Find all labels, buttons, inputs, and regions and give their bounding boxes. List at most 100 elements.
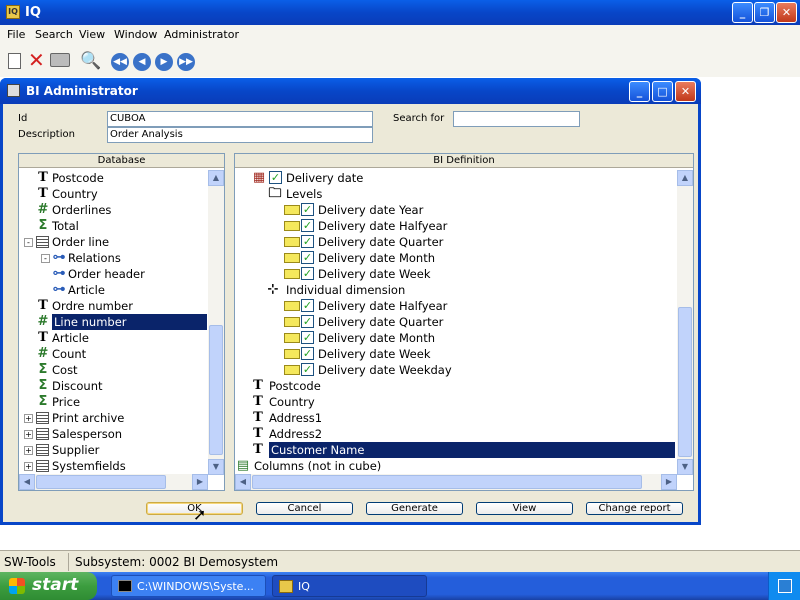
database-tree-item[interactable]: + Systemfields	[19, 458, 207, 474]
view-button[interactable]: View	[476, 502, 573, 515]
scroll-up-button[interactable]: ▲	[677, 170, 693, 186]
database-tree-item[interactable]: Σ Price	[19, 394, 207, 410]
bi-tree-item[interactable]: ✓ Delivery date Week	[235, 346, 676, 362]
database-tree-item[interactable]: # Line number	[19, 314, 207, 330]
scroll-thumb[interactable]	[209, 325, 223, 455]
database-tree-item[interactable]: # Orderlines	[19, 202, 207, 218]
checkbox[interactable]: ✓	[301, 299, 314, 312]
checkbox[interactable]: ✓	[301, 347, 314, 360]
expand-icon[interactable]: +	[24, 462, 33, 471]
database-hscroll[interactable]: ◀ ▶	[19, 474, 208, 490]
checkbox[interactable]: ✓	[301, 331, 314, 344]
bi-tree-item[interactable]: ✓ Delivery date Halfyear	[235, 218, 676, 234]
bi-tree-item[interactable]: ✓ Delivery date Quarter	[235, 234, 676, 250]
bi-tree-item[interactable]: ▦ ✓ Delivery date	[235, 170, 676, 186]
scroll-left-button[interactable]: ◀	[235, 474, 251, 490]
restore-button[interactable]: ❐	[754, 2, 775, 23]
expand-icon[interactable]: +	[24, 430, 33, 439]
taskbar-item-iq[interactable]: IQ	[272, 575, 427, 597]
menu-window[interactable]: Window	[114, 28, 157, 41]
database-tree-item[interactable]: ⊶ Article	[19, 282, 207, 298]
menu-file[interactable]: File	[7, 28, 25, 41]
checkbox[interactable]: ✓	[301, 363, 314, 376]
checkbox[interactable]: ✓	[301, 267, 314, 280]
database-tree-item[interactable]: + Salesperson	[19, 426, 207, 442]
database-tree-item[interactable]: + Supplier	[19, 442, 207, 458]
scroll-left-button[interactable]: ◀	[19, 474, 35, 490]
bi-tree-item[interactable]: T Address2	[235, 426, 676, 442]
menu-view[interactable]: View	[79, 28, 105, 41]
bi-tree-item[interactable]: ▤ Columns (not in cube)	[235, 458, 676, 474]
new-icon[interactable]	[8, 53, 21, 69]
bi-tree-item[interactable]: ✓ Delivery date Month	[235, 250, 676, 266]
search-for-field[interactable]	[453, 111, 580, 127]
database-tree-item[interactable]: T Ordre number	[19, 298, 207, 314]
database-tree-item[interactable]: T Postcode	[19, 170, 207, 186]
bi-tree-item[interactable]: 🗀 Levels	[235, 186, 676, 202]
dialog-minimize-button[interactable]: _	[629, 81, 650, 102]
database-tree-item[interactable]: + Print archive	[19, 410, 207, 426]
first-record-icon[interactable]: ◀◀	[111, 53, 129, 71]
checkbox[interactable]: ✓	[301, 251, 314, 264]
delete-icon[interactable]: ✕	[28, 50, 45, 70]
bi-tree-item[interactable]: T Postcode	[235, 378, 676, 394]
checkbox[interactable]: ✓	[301, 235, 314, 248]
scroll-down-button[interactable]: ▼	[208, 459, 224, 475]
database-tree-item[interactable]: T Article	[19, 330, 207, 346]
checkbox[interactable]: ✓	[269, 171, 282, 184]
checkbox[interactable]: ✓	[301, 203, 314, 216]
cancel-button[interactable]: Cancel	[256, 502, 353, 515]
description-field[interactable]: Order Analysis	[107, 127, 373, 143]
database-tree-item[interactable]: # Count	[19, 346, 207, 362]
collapse-icon[interactable]: -	[41, 254, 50, 263]
prev-record-icon[interactable]: ◀	[133, 53, 151, 71]
bi-tree-item[interactable]: ✓ Delivery date Halfyear	[235, 298, 676, 314]
database-tree-item[interactable]: Σ Total	[19, 218, 207, 234]
network-icon[interactable]	[778, 579, 792, 593]
scroll-up-button[interactable]: ▲	[208, 170, 224, 186]
database-tree-item[interactable]: Σ Cost	[19, 362, 207, 378]
bi-tree-item[interactable]: T Customer Name	[235, 442, 676, 458]
scroll-down-button[interactable]: ▼	[677, 459, 693, 475]
bi-hscroll[interactable]: ◀ ▶	[235, 474, 677, 490]
last-record-icon[interactable]: ▶▶	[177, 53, 195, 71]
database-tree-item[interactable]: ⊶ Order header	[19, 266, 207, 282]
expand-icon[interactable]: +	[24, 414, 33, 423]
bi-tree-item[interactable]: ✓ Delivery date Week	[235, 266, 676, 282]
taskbar-item-cmd[interactable]: C:\WINDOWS\Syste...	[111, 575, 266, 597]
dialog-close-button[interactable]: ✕	[675, 81, 696, 102]
checkbox[interactable]: ✓	[301, 315, 314, 328]
close-button[interactable]: ✕	[776, 2, 797, 23]
scroll-right-button[interactable]: ▶	[661, 474, 677, 490]
bi-tree-item[interactable]: ✓ Delivery date Month	[235, 330, 676, 346]
menu-search[interactable]: Search	[35, 28, 73, 41]
search-icon[interactable]: 🔍	[80, 51, 101, 71]
generate-button[interactable]: Generate	[366, 502, 463, 515]
scroll-thumb[interactable]	[678, 307, 692, 457]
dialog-maximize-button[interactable]: □	[652, 81, 673, 102]
bi-tree-item[interactable]: ✓ Delivery date Quarter	[235, 314, 676, 330]
bi-tree-item[interactable]: T Country	[235, 394, 676, 410]
collapse-icon[interactable]: -	[24, 238, 33, 247]
print-icon[interactable]	[50, 53, 70, 67]
menu-administrator[interactable]: Administrator	[164, 28, 239, 41]
id-field[interactable]: CUBOA	[107, 111, 373, 127]
scroll-right-button[interactable]: ▶	[192, 474, 208, 490]
bi-tree-item[interactable]: T Address1	[235, 410, 676, 426]
next-record-icon[interactable]: ▶	[155, 53, 173, 71]
change-report-button[interactable]: Change report	[586, 502, 683, 515]
scroll-thumb[interactable]	[252, 475, 642, 489]
minimize-button[interactable]: _	[732, 2, 753, 23]
database-tree-item[interactable]: Σ Discount	[19, 378, 207, 394]
database-tree-item[interactable]: - Order line	[19, 234, 207, 250]
bi-tree-item[interactable]: ✓ Delivery date Weekday	[235, 362, 676, 378]
bi-tree-item[interactable]: ⊹ Individual dimension	[235, 282, 676, 298]
bi-tree-item[interactable]: ✓ Delivery date Year	[235, 202, 676, 218]
database-tree-item[interactable]: T Country	[19, 186, 207, 202]
checkbox[interactable]: ✓	[301, 219, 314, 232]
database-vscroll[interactable]: ▲ ▼	[208, 170, 224, 475]
database-tree-item[interactable]: - ⊶ Relations	[19, 250, 207, 266]
bi-vscroll[interactable]: ▲ ▼	[677, 170, 693, 475]
expand-icon[interactable]: +	[24, 446, 33, 455]
start-button[interactable]: start	[0, 572, 97, 600]
